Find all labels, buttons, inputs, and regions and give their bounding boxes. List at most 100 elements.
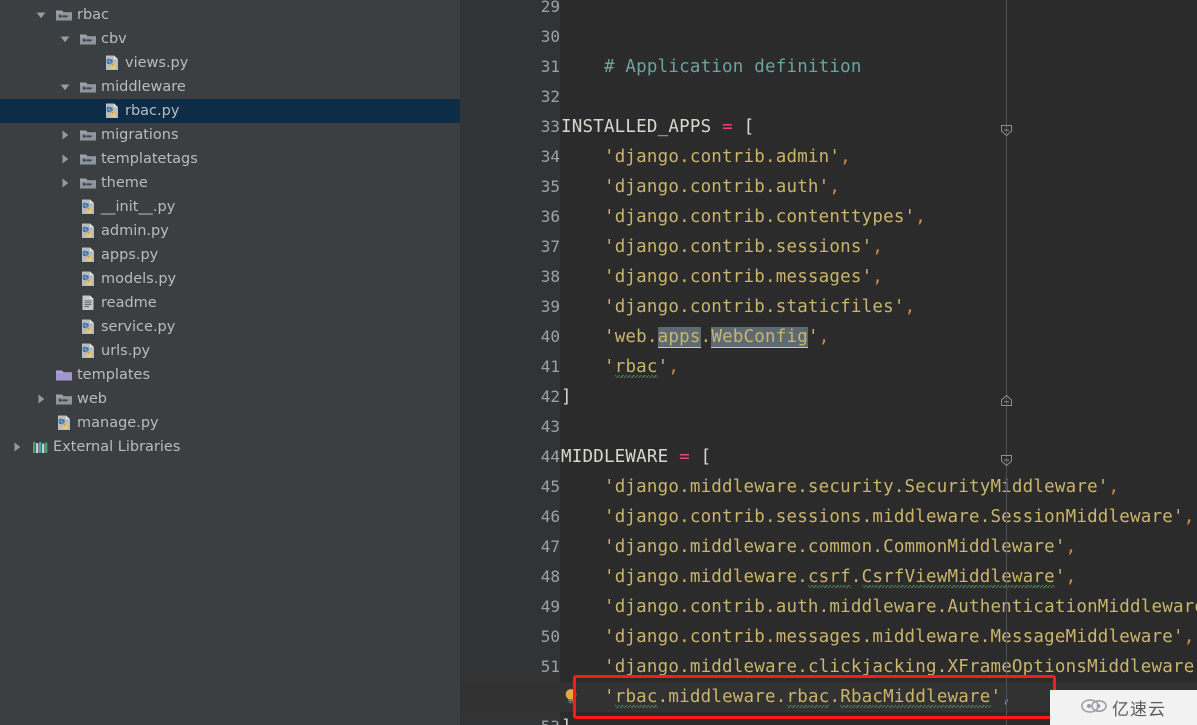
chevron-right-icon[interactable] xyxy=(58,123,72,147)
code-line[interactable]: 'django.contrib.messages.middleware.Mess… xyxy=(561,622,1194,652)
editor-gutter[interactable]: 29 30 31 32 33 34 35 36 37 38 39 40 41 42 43 44 45 46 47 48… xyxy=(460,0,560,725)
tree-arrow-placeholder xyxy=(58,243,72,267)
code-token: [ xyxy=(743,117,755,137)
project-tree-panel[interactable]: rbac cbv views.py middleware rbac.py migratio… xyxy=(0,0,460,725)
code-line[interactable]: INSTALLED_APPS = [ xyxy=(561,112,754,142)
python-file-icon xyxy=(102,99,122,123)
line-number: 51 xyxy=(540,657,560,676)
folder-icon xyxy=(78,147,98,171)
code-line[interactable]: 'django.contrib.auth.middleware.Authenti… xyxy=(561,592,1197,622)
code-line[interactable]: 'django.middleware.csrf.CsrfViewMiddlewa… xyxy=(561,562,1076,592)
tree-item-external-libraries[interactable]: External Libraries xyxy=(0,435,460,459)
code-line[interactable]: 'django.middleware.security.SecurityMidd… xyxy=(561,472,1119,502)
code-token: INSTALLED_APPS xyxy=(561,117,712,137)
chevron-right-icon[interactable] xyxy=(10,435,24,459)
tree-item-rbac[interactable]: rbac xyxy=(0,3,460,27)
chevron-down-icon[interactable] xyxy=(34,3,48,27)
code-line[interactable]: 'django.middleware.common.CommonMiddlewa… xyxy=(561,532,1076,562)
code-token: .middleware. xyxy=(657,687,787,707)
code-line[interactable]: 'rbac', xyxy=(561,352,679,382)
line-number: 53 xyxy=(480,712,560,725)
code-token: 'django.contrib.contenttypes' xyxy=(603,207,916,227)
chevron-right-icon[interactable] xyxy=(58,147,72,171)
code-line[interactable]: MIDDLEWARE = [ xyxy=(561,442,711,472)
tree-item-readme[interactable]: readme xyxy=(0,291,460,315)
tree-arrow-placeholder xyxy=(82,99,96,123)
code-token: , xyxy=(1065,567,1077,587)
tree-item-cbv[interactable]: cbv xyxy=(0,27,460,51)
python-file-icon xyxy=(102,51,122,75)
tree-item-service-py[interactable]: service.py xyxy=(0,315,460,339)
tree-item--init-py[interactable]: __init__.py xyxy=(0,195,460,219)
code-token: , xyxy=(872,237,884,257)
tree-item-label: middleware xyxy=(101,79,186,95)
tree-arrow-placeholder xyxy=(58,315,72,339)
code-line[interactable]: 'django.middleware.clickjacking.XFrameOp… xyxy=(561,652,1197,682)
intention-bulb-icon[interactable] xyxy=(564,688,578,704)
tree-item-admin-py[interactable]: admin.py xyxy=(0,219,460,243)
tree-item-label: models.py xyxy=(101,271,177,287)
chevron-down-icon[interactable] xyxy=(58,27,72,51)
tree-item-templates[interactable]: templates xyxy=(0,363,460,387)
code-line[interactable]: 'django.contrib.admin', xyxy=(561,142,851,172)
code-line[interactable]: 'django.contrib.messages', xyxy=(561,262,883,292)
python-file-icon xyxy=(78,339,98,363)
code-line[interactable]: 'rbac.middleware.rbac.RbacMiddleware', xyxy=(561,682,1012,712)
tree-item-label: readme xyxy=(101,295,157,311)
tree-item-web[interactable]: web xyxy=(0,387,460,411)
watermark-text: 亿速云 xyxy=(1112,700,1166,720)
code-line[interactable]: 'django.contrib.contenttypes', xyxy=(561,202,926,232)
tree-indent-spacer xyxy=(0,27,58,51)
code-line[interactable]: ] xyxy=(561,712,572,725)
tree-item-migrations[interactable]: migrations xyxy=(0,123,460,147)
tree-item-middleware[interactable]: middleware xyxy=(0,75,460,99)
fold-expand-end-icon[interactable] xyxy=(1001,721,1012,725)
chevron-right-icon[interactable] xyxy=(34,387,48,411)
fold-expand-end-icon[interactable] xyxy=(1001,391,1012,406)
tree-indent-spacer xyxy=(0,411,34,435)
code-token: 'django.contrib.admin' xyxy=(603,147,841,167)
chevron-down-icon[interactable] xyxy=(58,75,72,99)
code-token: 'web. xyxy=(603,327,658,347)
code-line[interactable]: 'web.apps.WebConfig', xyxy=(561,322,829,352)
tree-indent-spacer xyxy=(0,75,58,99)
line-number: 36 xyxy=(540,207,560,226)
tree-item-manage-py[interactable]: manage.py xyxy=(0,411,460,435)
code-editor-panel[interactable]: 29 30 31 32 33 34 35 36 37 38 39 40 41 42 43 44 45 46 47 48… xyxy=(460,0,1197,725)
line-number: 48 xyxy=(540,567,560,586)
tree-item-templatetags[interactable]: templatetags xyxy=(0,147,460,171)
code-token: 'django.contrib.sessions' xyxy=(603,237,873,257)
tree-arrow-placeholder xyxy=(34,363,48,387)
line-number: 49 xyxy=(540,597,560,616)
tree-item-models-py[interactable]: models.py xyxy=(0,267,460,291)
code-line[interactable]: 'django.contrib.sessions', xyxy=(561,232,883,262)
tree-item-urls-py[interactable]: urls.py xyxy=(0,339,460,363)
tree-indent-spacer xyxy=(0,147,58,171)
tree-item-rbac-py[interactable]: rbac.py xyxy=(0,99,460,123)
tree-item-label: cbv xyxy=(101,31,127,47)
tree-item-apps-py[interactable]: apps.py xyxy=(0,243,460,267)
code-token: . xyxy=(829,687,841,707)
tree-item-theme[interactable]: theme xyxy=(0,171,460,195)
chevron-right-icon[interactable] xyxy=(58,171,72,195)
fold-collapse-icon[interactable] xyxy=(1001,451,1012,467)
code-line[interactable]: ] xyxy=(561,382,572,412)
code-line[interactable]: 'django.contrib.auth', xyxy=(561,172,840,202)
code-line[interactable]: 'django.contrib.sessions.middleware.Sess… xyxy=(561,502,1194,532)
line-number: 38 xyxy=(540,267,560,286)
tree-indent-spacer xyxy=(0,267,58,291)
python-file-icon xyxy=(78,219,98,243)
code-line[interactable]: 'django.contrib.staticfiles', xyxy=(561,292,915,322)
line-number: 33 xyxy=(540,117,560,136)
code-token: , xyxy=(818,327,830,347)
fold-collapse-icon[interactable] xyxy=(1001,121,1012,137)
tree-indent-spacer xyxy=(0,219,58,243)
tree-arrow-placeholder xyxy=(58,195,72,219)
line-number: 35 xyxy=(540,177,560,196)
tree-item-views-py[interactable]: views.py xyxy=(0,51,460,75)
code-line[interactable]: # Application definition xyxy=(561,52,862,82)
